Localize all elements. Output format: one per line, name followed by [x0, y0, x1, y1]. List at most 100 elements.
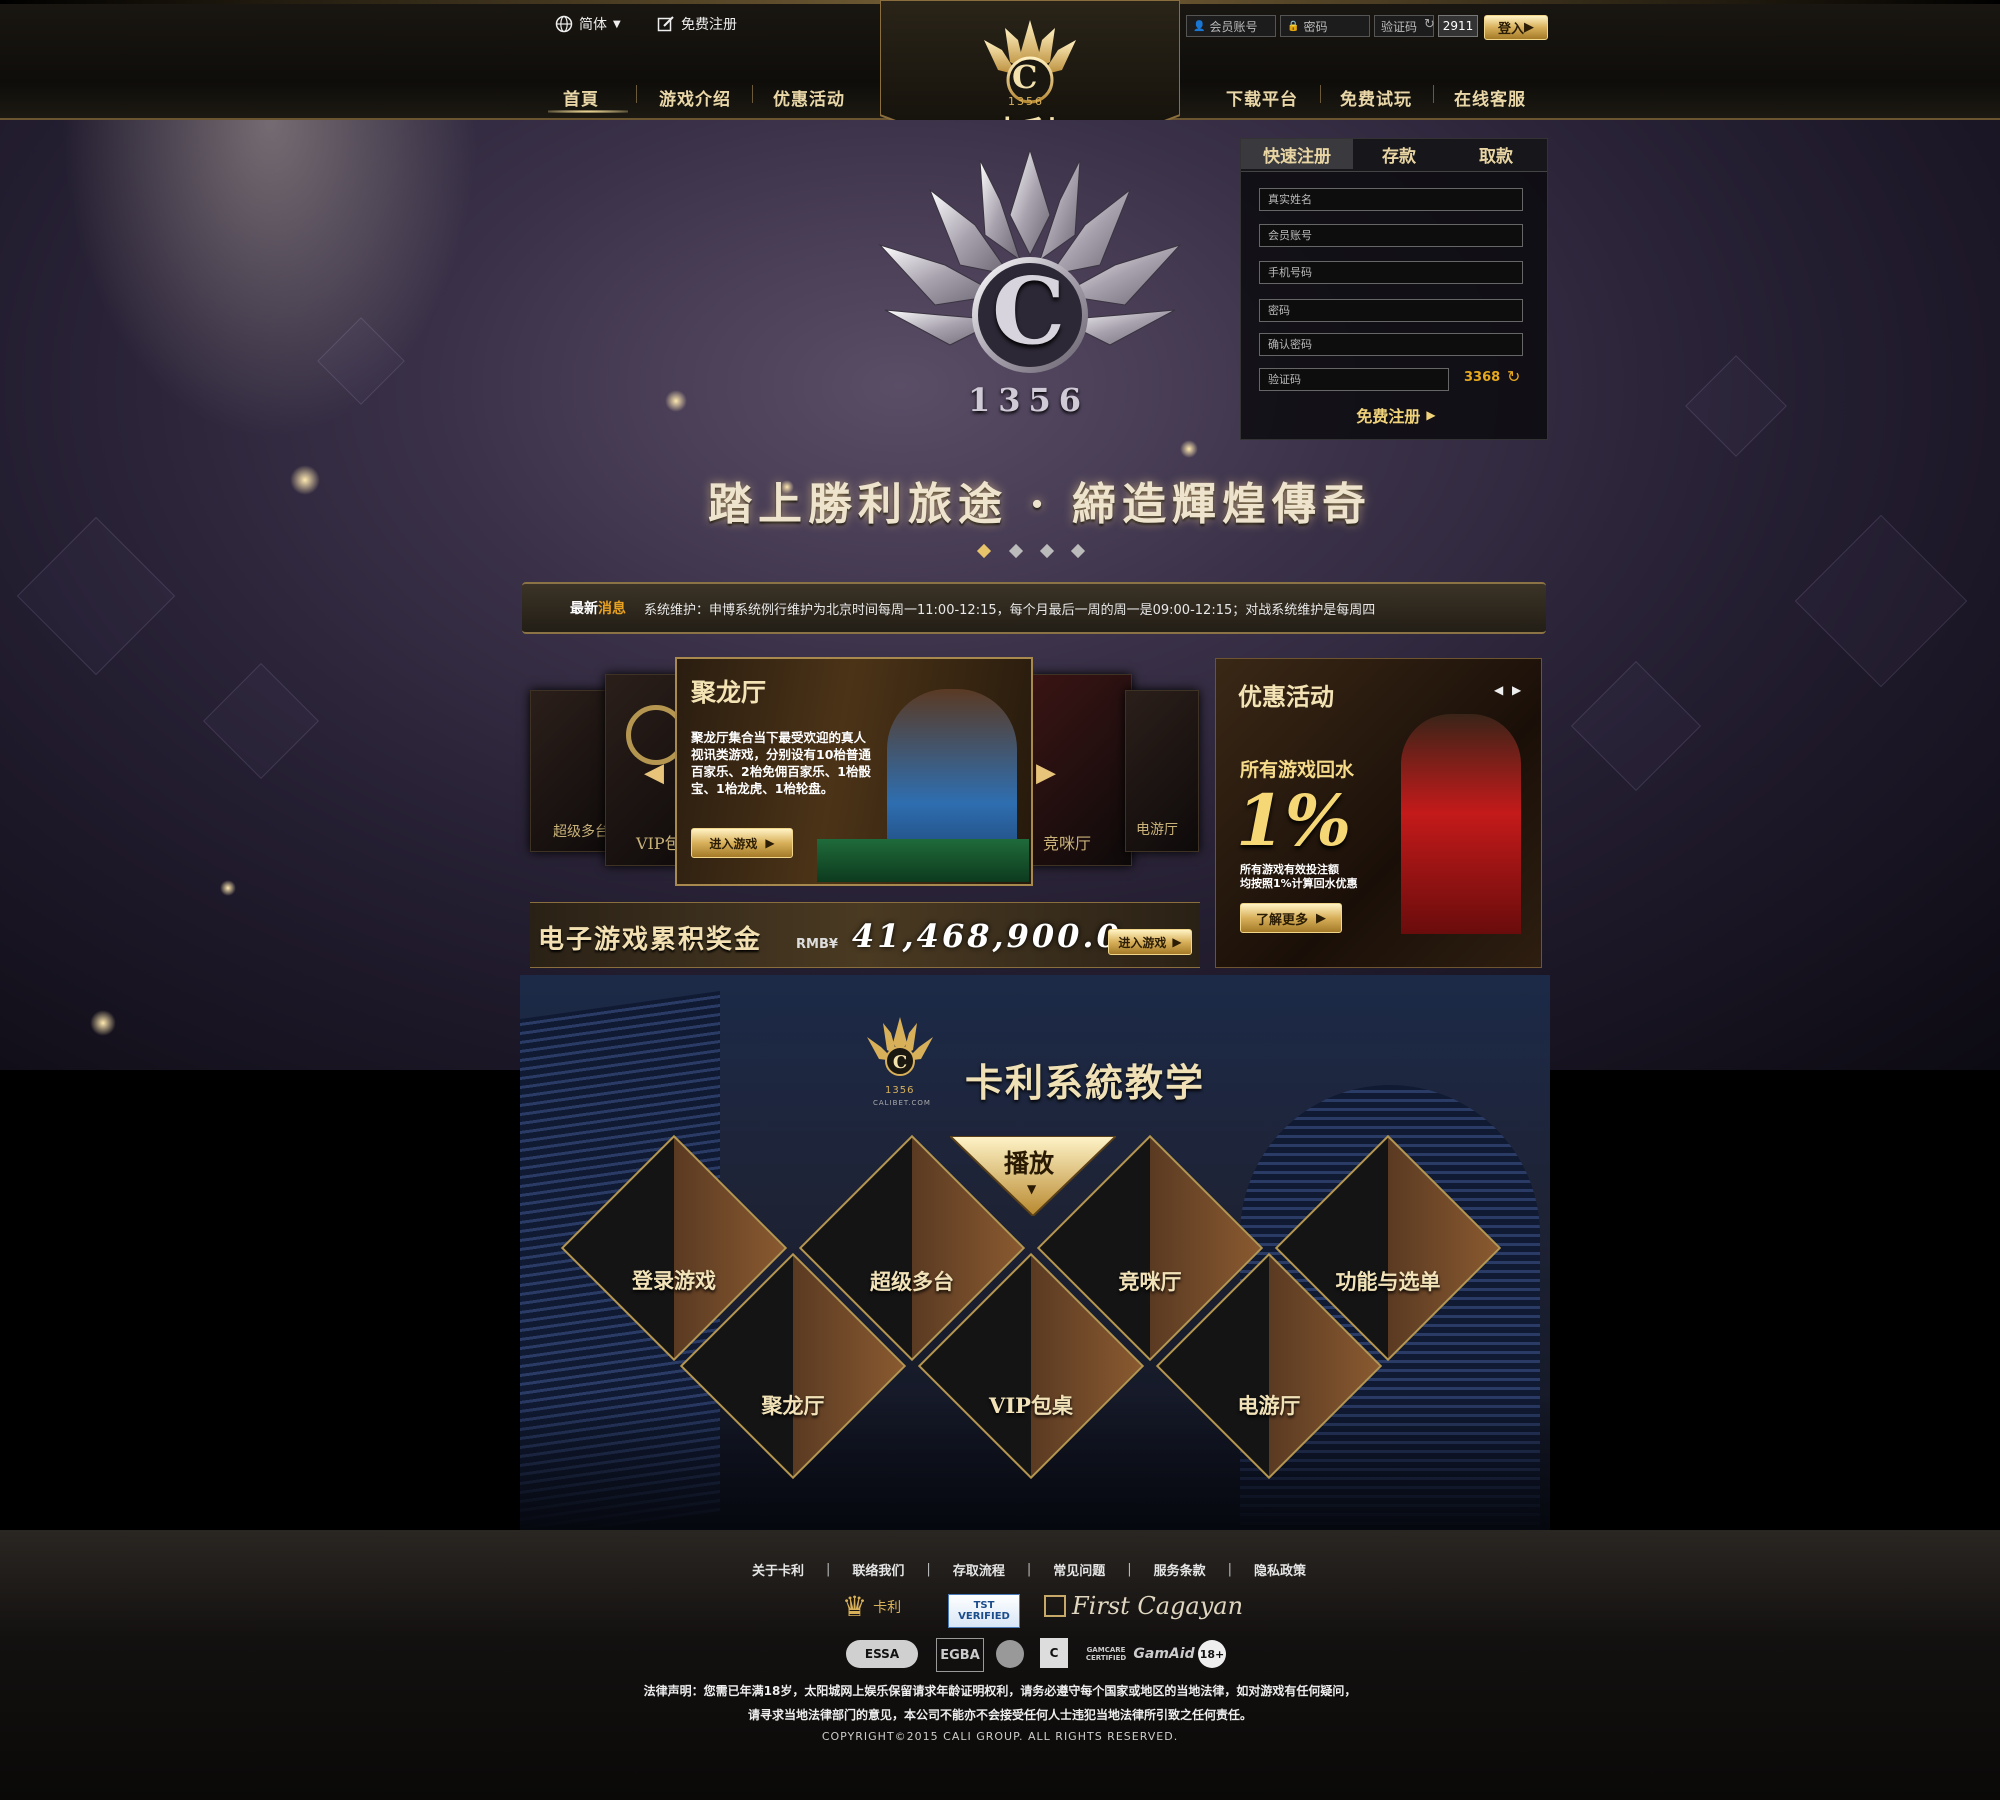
sparkle — [220, 880, 236, 896]
free-register-button[interactable]: 免费注册 ▶ — [1321, 401, 1471, 429]
featured-game-title: 聚龙厅 — [691, 678, 767, 707]
tutorial-logo-number: 1356 — [885, 1085, 915, 1096]
real-name-input[interactable]: 真实姓名 — [1259, 188, 1523, 211]
quick-register-panel: 快速注册 存款 取款 真实姓名 会员账号 手机号码 密码 确认密码 验证码 33… — [1240, 138, 1548, 440]
partner-logo-tst: TST VERIFIED — [948, 1594, 1020, 1628]
news-text[interactable]: 系统维护：申博系统例行维护为北京时间每周一11:00-12:15，每个月最后一周… — [644, 599, 1534, 618]
nav-live-support[interactable]: 在线客服 — [1454, 85, 1526, 110]
bg-diamond — [1685, 355, 1787, 457]
footer-divider: | — [826, 1562, 831, 1577]
password-field[interactable]: 密码 — [1259, 299, 1523, 322]
phone-field[interactable]: 手机号码 — [1259, 261, 1523, 284]
game-card[interactable]: 电游厅 — [1125, 690, 1199, 852]
nav-divider — [752, 85, 753, 103]
footer-divider: | — [926, 1562, 931, 1577]
tile-label: 竞咪厅 — [1118, 1269, 1182, 1294]
carousel-prev-icon[interactable]: ◀ — [644, 758, 664, 788]
promo-headline: 所有游戏回水 — [1240, 759, 1355, 781]
bg-diamond — [16, 516, 176, 676]
cali-crown-icon: ♛ — [842, 1590, 868, 1623]
news-ticker: 最新消息 系统维护：申博系统例行维护为北京时间每周一11:00-12:15，每个… — [522, 582, 1546, 634]
play-button-label: 播放 — [1004, 1149, 1055, 1178]
tab-withdraw[interactable]: 取款 — [1445, 139, 1547, 169]
hero-logo-number: 1356 — [968, 381, 1090, 419]
partner-logo-cali: ♛ 卡利 — [842, 1590, 901, 1623]
captcha-field[interactable]: 验证码 — [1259, 368, 1449, 391]
jackpot-amount: 41,468,900.0 — [852, 917, 1122, 955]
login-button[interactable]: 登入 ▶ — [1484, 15, 1548, 40]
register-link[interactable]: 免费注册 — [657, 14, 737, 34]
badge-seal-icon — [996, 1640, 1024, 1668]
bg-diamond — [203, 663, 319, 779]
game-card-label: 电游厅 — [1136, 822, 1178, 838]
arrow-right-icon: ▶ — [1524, 20, 1534, 35]
nav-divider — [1320, 85, 1321, 103]
badge-gamcare: GAMCARE CERTIFIED — [1085, 1646, 1127, 1662]
nav-divider — [636, 85, 637, 103]
tile-label: 功能与选单 — [1335, 1269, 1441, 1294]
nav-games[interactable]: 游戏介绍 — [659, 85, 731, 110]
footer-link-faq[interactable]: 常见问题 — [1053, 1560, 1105, 1579]
footer-link-privacy[interactable]: 隐私政策 — [1254, 1560, 1306, 1579]
partner-cagayan-label: First Cagayan — [1072, 1592, 1244, 1620]
footer-divider: | — [1127, 1562, 1132, 1577]
nav-divider — [1433, 85, 1434, 103]
confirm-password-field[interactable]: 确认密码 — [1259, 333, 1523, 356]
jackpot-enter-button[interactable]: 进入游戏 ▶ — [1108, 929, 1192, 955]
nav-promotions[interactable]: 优惠活动 — [773, 85, 845, 110]
tile-label: VIP包桌 — [989, 1393, 1073, 1418]
carousel-next-icon[interactable]: ▶ — [1036, 758, 1056, 788]
arrow-right-icon: ▶ — [1426, 408, 1436, 422]
nav-download[interactable]: 下载平台 — [1226, 85, 1298, 110]
sparkle — [665, 390, 687, 412]
refresh-icon[interactable]: ↻ — [1424, 17, 1435, 32]
footer-links: 关于卡利 | 联络我们 | 存取流程 | 常见问题 | 服务条款 | 隐私政策 — [752, 1560, 1306, 1579]
tutorial-title: 卡利系統教学 — [965, 1060, 1206, 1105]
promo-prev-icon[interactable]: ◀ — [1494, 683, 1503, 697]
password-input[interactable]: 🔒 密码 — [1280, 15, 1370, 37]
register-link-label: 免费注册 — [681, 17, 737, 33]
jackpot-banner[interactable]: 电子游戏累积奖金 RMB¥ 41,468,900.0 进入游戏 ▶ — [530, 902, 1200, 968]
tab-quick-register[interactable]: 快速注册 — [1241, 139, 1353, 169]
refresh-icon[interactable]: ↻ — [1507, 367, 1520, 386]
sparkle — [290, 465, 320, 495]
partner-logo-first-cagayan: First Cagayan — [1044, 1592, 1243, 1620]
promotion-panel[interactable]: 优惠活动 ◀ ▶ 所有游戏回水 1% 所有游戏有效投注额 均按照1%计算回水优惠… — [1215, 658, 1542, 968]
promo-next-icon[interactable]: ▶ — [1512, 683, 1521, 697]
promo-model-image — [1401, 714, 1521, 934]
learn-more-label: 了解更多 — [1255, 912, 1308, 928]
footer-link-contact[interactable]: 联络我们 — [852, 1560, 904, 1579]
nav-home[interactable]: 首頁 — [563, 85, 599, 110]
featured-game-description: 聚龙厅集合当下最受欢迎的真人视讯类游戏，分别设有10枱普通百家乐、2枱免佣百家乐… — [691, 730, 871, 796]
footer-link-deposit-flow[interactable]: 存取流程 — [953, 1560, 1005, 1579]
enter-game-label: 进入游戏 — [709, 836, 758, 851]
footer-link-about[interactable]: 关于卡利 — [752, 1560, 804, 1579]
footer: 关于卡利 | 联络我们 | 存取流程 | 常见问题 | 服务条款 | 隐私政策 ♛ 卡利 … — [0, 1530, 2000, 1800]
promo-title: 优惠活动 — [1238, 682, 1334, 711]
account-field[interactable]: 会员账号 — [1259, 224, 1523, 247]
account-input[interactable]: 👤 会员账号 — [1186, 15, 1276, 37]
game-card-label: VIP包 — [636, 834, 681, 853]
footer-link-terms[interactable]: 服务条款 — [1154, 1560, 1206, 1579]
copyright: COPYRIGHT©2015 CALI GROUP. ALL RIGHTS RE… — [821, 1730, 1179, 1743]
table-image — [817, 839, 1029, 882]
enter-game-button[interactable]: 进入游戏 ▶ — [691, 828, 793, 858]
nav-free-trial[interactable]: 免费试玩 — [1340, 85, 1412, 110]
learn-more-button[interactable]: 了解更多 ▶ — [1240, 903, 1342, 933]
account-placeholder: 会员账号 — [1209, 19, 1258, 34]
legal-notice-2: 请寻求当地法律部门的意见，本公司不能亦不会接受任何人士违犯当地法律所引致之任何责… — [747, 1708, 1252, 1722]
arrow-right-icon: ▶ — [1172, 935, 1182, 949]
featured-game-card[interactable]: 聚龙厅 聚龙厅集合当下最受欢迎的真人视讯类游戏，分别设有10枱普通百家乐、2枱免… — [675, 657, 1033, 886]
badge-gamaid: GamAid — [1133, 1646, 1195, 1662]
header-logo-letter: C — [1012, 58, 1038, 96]
news-label-b: 消息 — [598, 601, 626, 617]
play-button[interactable]: 播放 ▼ — [947, 1135, 1119, 1218]
spotlight — [60, 120, 480, 440]
tile-label: 登录游戏 — [632, 1268, 716, 1293]
tab-deposit[interactable]: 存款 — [1353, 139, 1445, 169]
legal-notice-1: 法律声明：您需已年满18岁，太阳城网上娱乐保留请求年龄证明权利，请务必遵守每个国… — [643, 1684, 1357, 1698]
badge-c-icon: C — [1040, 1638, 1068, 1668]
language-selector[interactable]: 简体 ▼ — [555, 14, 621, 34]
lock-icon: 🔒 — [1287, 20, 1300, 32]
game-card-label: 超级多台 — [553, 824, 609, 840]
